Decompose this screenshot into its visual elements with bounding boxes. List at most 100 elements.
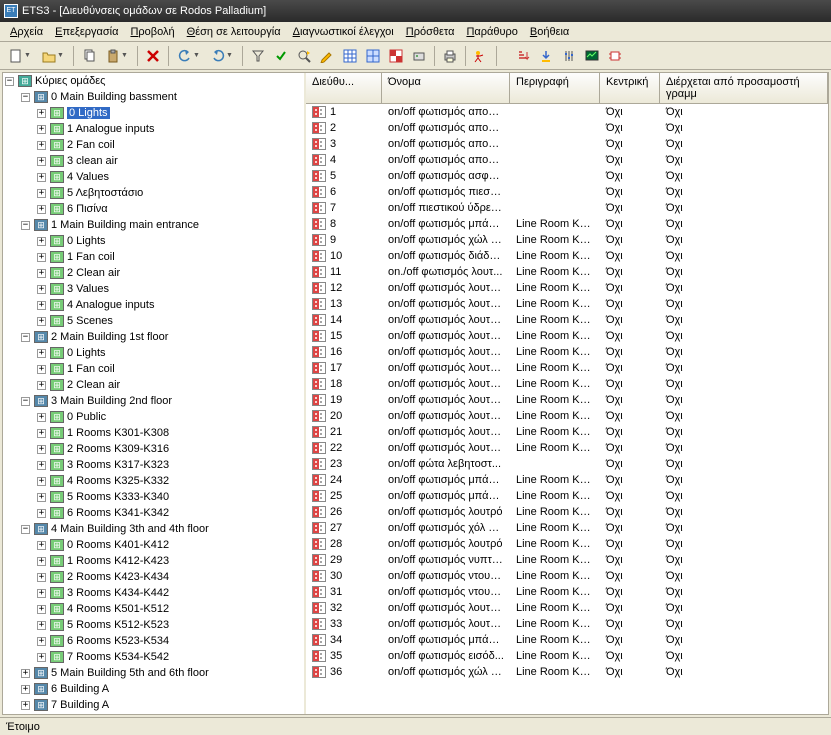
tree-node[interactable]: −⊞Κύριες ομάδες — [3, 73, 304, 89]
collapse-icon[interactable]: − — [21, 333, 30, 342]
list-row[interactable]: 30on/off φωτισμός ντουζ...Line Room K0..… — [306, 568, 828, 584]
list-row[interactable]: 34on/off φωτισμός μπάνιουLine Room K0...… — [306, 632, 828, 648]
tree-node[interactable]: +⊞7 Building A — [3, 697, 304, 713]
tree-panel[interactable]: −⊞Κύριες ομάδες−⊞0 Main Building bassmen… — [3, 73, 306, 714]
menu-Επεξεργασία[interactable]: Επεξεργασία — [49, 24, 124, 40]
tree-node[interactable]: +⊞6 Building A — [3, 681, 304, 697]
list-row[interactable]: 22on/off φωτισμός λουτρ...Line Room K0..… — [306, 440, 828, 456]
expand-icon[interactable]: + — [21, 701, 30, 710]
tree-node[interactable]: +⊞0 Lights — [3, 233, 304, 249]
edit-button[interactable] — [316, 45, 338, 67]
tree-node[interactable]: −⊞2 Main Building 1st floor — [3, 329, 304, 345]
tree-node[interactable]: +⊞4 Analogue inputs — [3, 297, 304, 313]
tree-node[interactable]: +⊞2 Rooms K309-K316 — [3, 441, 304, 457]
menu-Πρόσθετα[interactable]: Πρόσθετα — [400, 24, 461, 40]
undo-button[interactable]: ▼ — [173, 45, 205, 67]
tree-node[interactable]: −⊞0 Main Building bassment — [3, 89, 304, 105]
expand-icon[interactable]: + — [37, 317, 46, 326]
menu-Αρχεία[interactable]: Αρχεία — [4, 24, 49, 40]
list-row[interactable]: 2on/off φωτισμός αποθή...ΌχιΌχι — [306, 120, 828, 136]
collapse-icon[interactable]: − — [21, 525, 30, 534]
expand-icon[interactable]: + — [37, 141, 46, 150]
tree-node[interactable]: +⊞2 Clean air — [3, 265, 304, 281]
expand-icon[interactable]: + — [37, 285, 46, 294]
expand-icon[interactable]: + — [37, 573, 46, 582]
col-address[interactable]: Διεύθυ... — [306, 73, 382, 103]
list-row[interactable]: 16on/off φωτισμός λουτρ...Line Room K0..… — [306, 344, 828, 360]
run-button[interactable] — [470, 45, 492, 67]
list-row[interactable]: 32on/off φωτισμός λουτρούLine Room K0...… — [306, 600, 828, 616]
list-row[interactable]: 13on/off φωτισμός λουτρούLine Room K0...… — [306, 296, 828, 312]
list-row[interactable]: 24on/off φωτισμός μπάνιουLine Room K0...… — [306, 472, 828, 488]
expand-icon[interactable]: + — [37, 589, 46, 598]
expand-icon[interactable]: + — [37, 301, 46, 310]
monitor-button[interactable] — [581, 45, 603, 67]
list-row[interactable]: 28on/off φωτισμός λουτρόLine Room K0...Ό… — [306, 536, 828, 552]
list-row[interactable]: 23on/off φώτα λεβητοστ...ΌχιΌχι — [306, 456, 828, 472]
collapse-icon[interactable]: − — [5, 77, 14, 86]
tree-node[interactable]: −⊞4 Main Building 3th and 4th floor — [3, 521, 304, 537]
redo-button[interactable]: ▼ — [206, 45, 238, 67]
list-row[interactable]: 33on/off φωτισμός λουτρ...Line Room K0..… — [306, 616, 828, 632]
col-description[interactable]: Περιγραφή — [510, 73, 600, 103]
tree-node[interactable]: +⊞5 Scenes — [3, 313, 304, 329]
grid3-button[interactable] — [385, 45, 407, 67]
menu-Προβολή[interactable]: Προβολή — [124, 24, 180, 40]
tree-node[interactable]: +⊞4 Rooms K325-K332 — [3, 473, 304, 489]
list-row[interactable]: 29on/off φωτισμός νυπτή...Line Room K0..… — [306, 552, 828, 568]
list-row[interactable]: 6on/off φωτισμός πιεστι...ΌχιΌχι — [306, 184, 828, 200]
tree-node[interactable]: +⊞6 Rooms K341-K342 — [3, 505, 304, 521]
find-button[interactable] — [293, 45, 315, 67]
list-row[interactable]: 4on/off φωτισμός αποθή...ΌχιΌχι — [306, 152, 828, 168]
copy-button[interactable] — [78, 45, 100, 67]
expand-icon[interactable]: + — [37, 173, 46, 182]
menu-Παράθυρο[interactable]: Παράθυρο — [460, 24, 523, 40]
list-row[interactable]: 31on/off φωτισμός ντουζ...Line Room K0..… — [306, 584, 828, 600]
list-row[interactable]: 8on/off φωτισμός μπάνι...Line Room K0...… — [306, 216, 828, 232]
chip-button[interactable] — [604, 45, 626, 67]
check-button[interactable] — [270, 45, 292, 67]
expand-icon[interactable]: + — [37, 637, 46, 646]
download-button[interactable] — [535, 45, 557, 67]
list-row[interactable]: 25on/off φωτισμός μπάνιουLine Room K0...… — [306, 488, 828, 504]
tree-node[interactable]: +⊞3 Rooms K434-K442 — [3, 585, 304, 601]
list-row[interactable]: 1on/off φωτισμός αποθή...ΌχιΌχι — [306, 104, 828, 120]
tree-node[interactable]: +⊞4 Rooms K501-K512 — [3, 601, 304, 617]
device-button[interactable] — [408, 45, 430, 67]
tree-node[interactable]: +⊞3 Rooms K317-K323 — [3, 457, 304, 473]
list-row[interactable]: 3on/off φωτισμός αποθή...ΌχιΌχι — [306, 136, 828, 152]
tree-node[interactable]: +⊞5 Rooms K333-K340 — [3, 489, 304, 505]
menu-Θέση σε λειτουργία[interactable]: Θέση σε λειτουργία — [181, 24, 287, 40]
list-panel[interactable]: Διεύθυ... Όνομα Περιγραφή Κεντρική Διέρχ… — [306, 73, 828, 714]
tree-node[interactable]: −⊞1 Main Building main entrance — [3, 217, 304, 233]
expand-icon[interactable]: + — [37, 365, 46, 374]
tree-node[interactable]: +⊞6 Πισίνα — [3, 201, 304, 217]
expand-icon[interactable]: + — [37, 157, 46, 166]
expand-icon[interactable]: + — [37, 445, 46, 454]
tree-node[interactable]: +⊞3 Values — [3, 281, 304, 297]
expand-icon[interactable]: + — [37, 477, 46, 486]
tree-node[interactable]: +⊞1 Analogue inputs — [3, 121, 304, 137]
list-row[interactable]: 14on/off φωτισμός λουτρ...Line Room K0..… — [306, 312, 828, 328]
tree-node[interactable]: +⊞1 Fan coil — [3, 361, 304, 377]
expand-icon[interactable]: + — [37, 429, 46, 438]
expand-icon[interactable]: + — [37, 381, 46, 390]
expand-icon[interactable]: + — [37, 237, 46, 246]
grid1-button[interactable] — [339, 45, 361, 67]
collapse-icon[interactable]: − — [21, 397, 30, 406]
list-row[interactable]: 5on/off φωτισμός ασφαλ...ΌχιΌχι — [306, 168, 828, 184]
list-row[interactable]: 7on/off πιεστικού ύδρευ...ΌχιΌχι — [306, 200, 828, 216]
paste-button[interactable]: ▼ — [101, 45, 133, 67]
list-row[interactable]: 17on/off φωτισμός λουτρ...Line Room K0..… — [306, 360, 828, 376]
expand-icon[interactable]: + — [21, 669, 30, 678]
filter-button[interactable] — [247, 45, 269, 67]
list-row[interactable]: 21on/off φωτισμός λουτρ...Line Room K0..… — [306, 424, 828, 440]
col-central[interactable]: Κεντρική — [600, 73, 660, 103]
menu-Διαγνωστικοί έλεγχοι[interactable]: Διαγνωστικοί έλεγχοι — [287, 24, 400, 40]
tree-node[interactable]: +⊞6 Rooms K523-K534 — [3, 633, 304, 649]
tree-node[interactable]: +⊞5 Λεβητοστάσιο — [3, 185, 304, 201]
tree-node[interactable]: +⊞0 Lights — [3, 345, 304, 361]
tree-node[interactable]: +⊞7 Rooms K534-K542 — [3, 649, 304, 665]
list-row[interactable]: 12on/off φωτισμός λουτρουLine Room K0...… — [306, 280, 828, 296]
menu-Βοήθεια[interactable]: Βοήθεια — [524, 24, 575, 40]
